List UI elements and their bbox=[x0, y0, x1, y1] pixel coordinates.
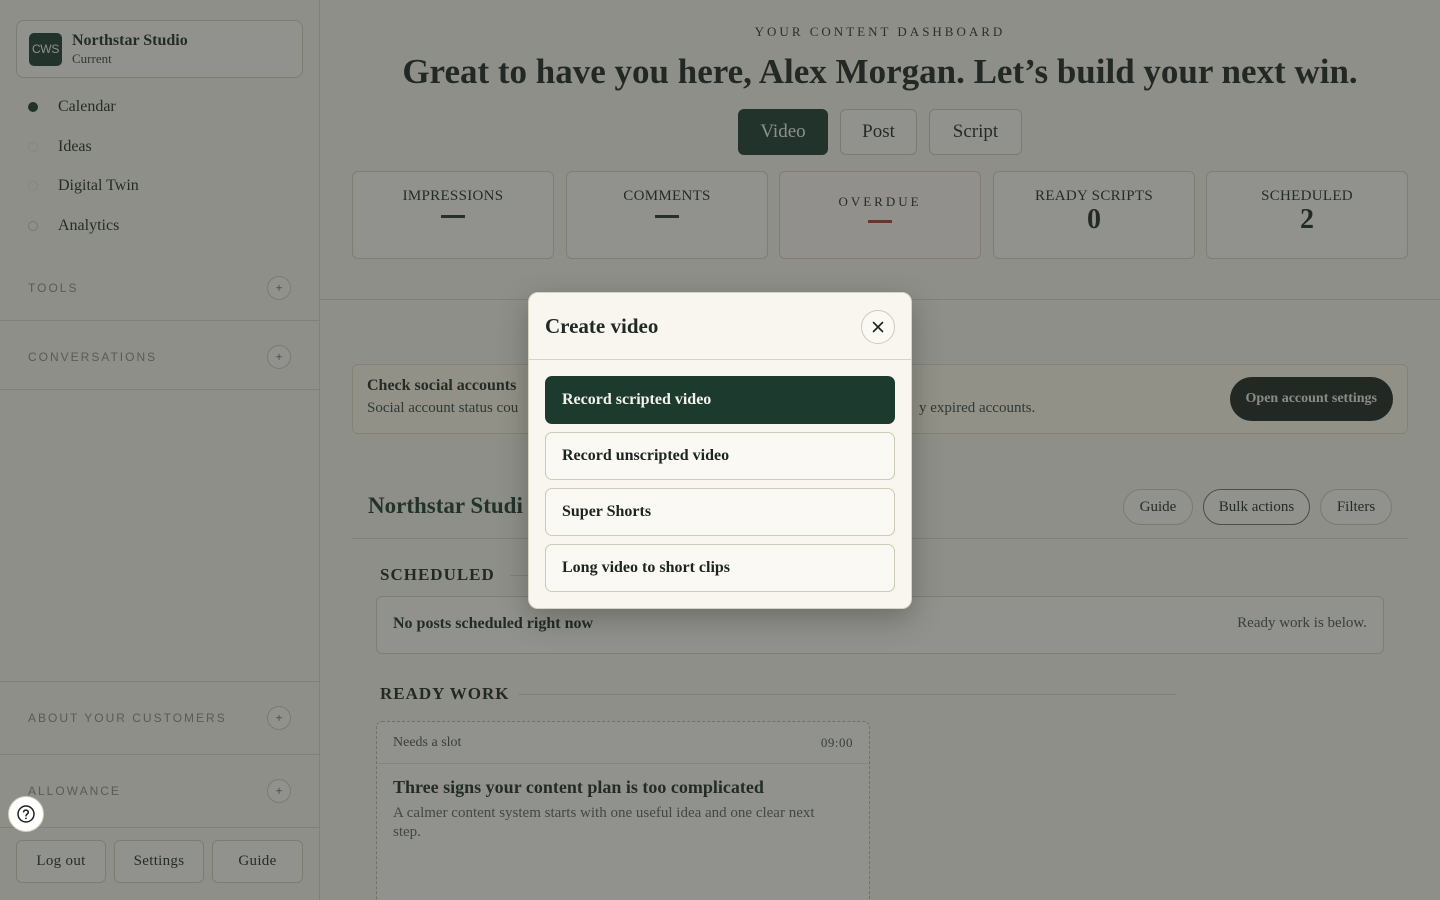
create-video-dialog: Create video Record scripted video Recor… bbox=[528, 292, 912, 609]
help-icon[interactable] bbox=[8, 796, 44, 832]
record-unscripted-video-button[interactable]: Record unscripted video bbox=[545, 432, 895, 480]
super-shorts-button[interactable]: Super Shorts bbox=[545, 488, 895, 536]
dialog-title: Create video bbox=[545, 314, 659, 338]
record-scripted-video-button[interactable]: Record scripted video bbox=[545, 376, 895, 424]
close-icon[interactable] bbox=[861, 310, 895, 344]
divider bbox=[529, 359, 911, 360]
long-to-short-clips-button[interactable]: Long video to short clips bbox=[545, 544, 895, 592]
